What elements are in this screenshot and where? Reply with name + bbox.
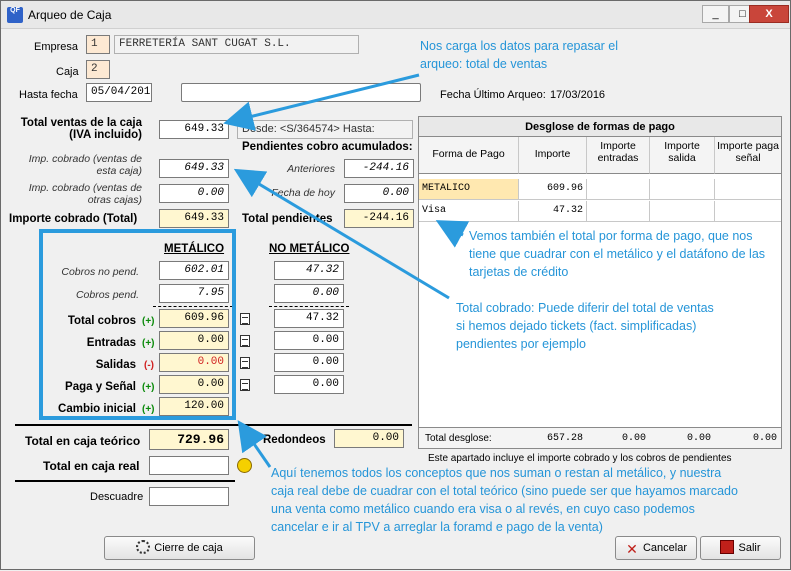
fecha-ultimo-arqueo-value: 17/03/2016 bbox=[550, 89, 606, 101]
grid-footer-entradas: 0.00 bbox=[621, 433, 646, 444]
paga-senal-no-metalico: 0.00 bbox=[274, 375, 344, 394]
grid-note: Este apartado incluye el importe cobrado… bbox=[428, 453, 732, 464]
caja-label: Caja bbox=[56, 66, 79, 78]
grid-footer-paga-senal: 0.00 bbox=[752, 433, 777, 444]
grid-footer-importe: 657.28 bbox=[546, 433, 583, 444]
redondeos-field: 0.00 bbox=[334, 429, 404, 448]
gear-icon bbox=[136, 540, 151, 554]
grid-cell-paga-senal[interactable] bbox=[715, 179, 781, 200]
document-icon[interactable] bbox=[240, 357, 250, 369]
grid-cell-entradas[interactable] bbox=[587, 201, 650, 222]
section-divider-bottom bbox=[15, 480, 235, 482]
no-metalico-header: NO METÁLICO bbox=[269, 243, 350, 255]
total-teorico-field: 729.96 bbox=[149, 429, 229, 450]
cobros-no-pend-no-metalico: 47.32 bbox=[274, 261, 344, 280]
payment-breakdown-grid: Desglose de formas de pago Forma de Pago… bbox=[418, 116, 782, 449]
section-divider-top bbox=[15, 424, 412, 426]
importe-cobrado-total-field: 649.33 bbox=[159, 209, 229, 228]
descuadre-label: Descuadre bbox=[90, 491, 144, 503]
grid-cell-importe[interactable]: 609.96 bbox=[519, 179, 587, 200]
hasta-fecha-field[interactable]: 05/04/2016 bbox=[86, 83, 152, 102]
total-real-label: Total en caja real bbox=[43, 459, 140, 473]
total-ventas-label: Total ventas de la caja bbox=[20, 117, 142, 129]
annotation-total-cobrado: Total cobrado: Puede diferir del total d… bbox=[456, 301, 714, 351]
empresa-code-field[interactable]: 1 bbox=[86, 35, 110, 54]
importe-cobrado-total-label: Importe cobrado (Total) bbox=[9, 213, 138, 225]
total-ventas-label-2: (IVA incluido) bbox=[69, 129, 142, 141]
document-icon[interactable] bbox=[240, 379, 250, 391]
cobros-pend-no-metalico: 0.00 bbox=[274, 284, 344, 303]
total-cobros-no-metalico: 47.32 bbox=[274, 309, 344, 328]
caja-code-field[interactable]: 2 bbox=[86, 60, 110, 79]
salir-button[interactable]: Salir bbox=[700, 536, 781, 560]
empresa-label: Empresa bbox=[34, 41, 79, 53]
annotation-total-ventas: Nos carga los datos para repasar el arqu… bbox=[420, 39, 619, 71]
total-pendientes-label: Total pendientes bbox=[242, 213, 333, 225]
minimize-button[interactable]: _ bbox=[702, 5, 729, 23]
grid-cell-salida[interactable] bbox=[650, 201, 715, 222]
entradas-no-metalico: 0.00 bbox=[274, 331, 344, 350]
imp-cobrado-otras-label-2: otras cajas) bbox=[87, 194, 142, 206]
document-icon[interactable] bbox=[240, 335, 250, 347]
grid-footer-label: Total desglose: bbox=[425, 433, 492, 444]
imp-cobrado-ventas-label-2: esta caja) bbox=[96, 165, 142, 177]
redondeos-label: Redondeos bbox=[263, 434, 326, 446]
document-icon[interactable] bbox=[240, 313, 250, 325]
no-metalico-divider bbox=[269, 306, 349, 307]
fecha-hoy-field: 0.00 bbox=[344, 184, 414, 203]
grid-cell-forma[interactable]: METALICO bbox=[419, 179, 519, 200]
grid-cell-salida[interactable] bbox=[650, 179, 715, 200]
grid-header-salida[interactable]: Importe salida bbox=[650, 137, 715, 174]
pendientes-label: Pendientes cobro acumulados: bbox=[242, 141, 413, 153]
arqueo-window: QF Arqueo de Caja _ □ X Empresa 1 FERRET… bbox=[0, 0, 791, 570]
imp-cobrado-otras-field: 0.00 bbox=[159, 184, 229, 203]
cancelar-label: Cancelar bbox=[642, 542, 688, 554]
grid-header-entradas[interactable]: Importe entradas bbox=[587, 137, 650, 174]
salidas-no-metalico: 0.00 bbox=[274, 353, 344, 372]
imp-cobrado-ventas-field: 649.33 bbox=[159, 159, 229, 178]
total-ventas-field: 649.33 bbox=[159, 120, 229, 139]
fecha-ultimo-arqueo-label: Fecha Último Arqueo: bbox=[440, 89, 546, 101]
imp-cobrado-otras-label: Imp. cobrado (ventas de bbox=[28, 182, 142, 194]
annotation-formas-pago: Vemos también el total por forma de pago… bbox=[469, 229, 766, 279]
description-field[interactable] bbox=[181, 83, 421, 102]
exit-door-icon bbox=[720, 540, 735, 554]
grid-header-forma[interactable]: Forma de Pago bbox=[419, 137, 519, 174]
grid-header-importe[interactable]: Importe bbox=[519, 137, 587, 174]
window-title: Arqueo de Caja bbox=[28, 8, 112, 22]
desde-hasta-field: Desde: <S/364574> Hasta: bbox=[237, 120, 413, 139]
app-logo-icon: QF bbox=[7, 7, 23, 23]
cancel-x-icon: ✕ bbox=[626, 541, 638, 557]
cierre-caja-button[interactable]: Cierre de caja bbox=[104, 536, 255, 560]
cancelar-button[interactable]: ✕ Cancelar bbox=[615, 536, 697, 560]
grid-cell-entradas[interactable] bbox=[587, 179, 650, 200]
total-teorico-label: Total en caja teórico bbox=[25, 434, 141, 448]
imp-cobrado-ventas-label: Imp. cobrado (ventas de bbox=[28, 153, 142, 165]
metalico-highlight-box bbox=[39, 229, 236, 420]
grid-cell-importe[interactable]: 47.32 bbox=[519, 201, 587, 222]
descuadre-field bbox=[149, 487, 229, 506]
cierre-caja-label: Cierre de caja bbox=[154, 542, 223, 554]
anteriores-label: Anteriores bbox=[287, 163, 335, 175]
hasta-fecha-label: Hasta fecha bbox=[19, 89, 78, 101]
annotation-metalico: Aquí tenemos todos los conceptos que nos… bbox=[271, 466, 738, 534]
grid-footer: Total desglose: 657.28 0.00 0.00 0.00 bbox=[419, 427, 781, 448]
anteriores-field: -244.16 bbox=[344, 159, 414, 178]
total-real-field[interactable] bbox=[149, 456, 229, 475]
salir-label: Salir bbox=[738, 542, 761, 554]
grid-cell-forma[interactable]: Visa bbox=[419, 201, 519, 222]
coins-icon[interactable] bbox=[237, 458, 252, 473]
total-pendientes-field: -244.16 bbox=[344, 209, 414, 228]
fecha-hoy-label: Fecha de hoy bbox=[271, 187, 335, 199]
grid-footer-salida: 0.00 bbox=[686, 433, 711, 444]
title-bar: QF Arqueo de Caja _ □ X bbox=[1, 1, 790, 29]
empresa-name-field: FERRETERÍA SANT CUGAT S.L. bbox=[114, 35, 359, 54]
grid-cell-paga-senal[interactable] bbox=[715, 201, 781, 222]
grid-title: Desglose de formas de pago bbox=[419, 117, 781, 137]
grid-header-paga-senal[interactable]: Importe paga señal bbox=[715, 137, 781, 174]
close-button[interactable]: X bbox=[749, 5, 789, 23]
